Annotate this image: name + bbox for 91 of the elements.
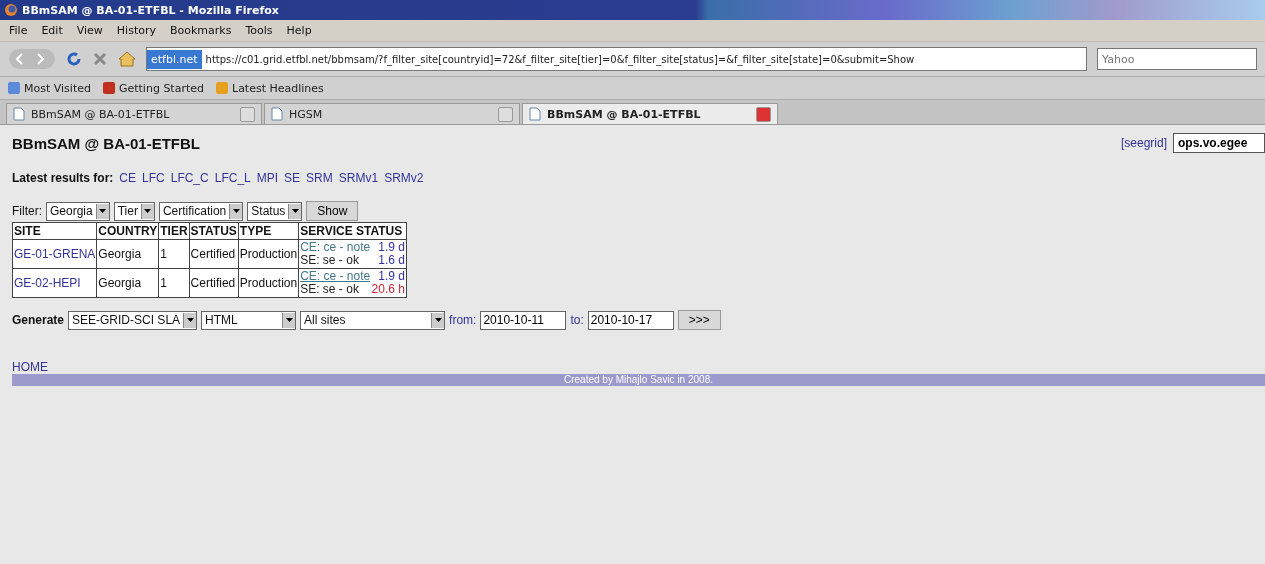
site-link[interactable]: GE-01-GRENA bbox=[14, 247, 96, 261]
table-cell: Georgia bbox=[96, 268, 159, 298]
table-cell: Production bbox=[238, 239, 299, 269]
bookmark-icon bbox=[102, 82, 115, 94]
browser-tab[interactable]: HGSM bbox=[264, 103, 520, 124]
filter-select[interactable]: Tier bbox=[113, 201, 155, 221]
date-field[interactable]: 2010-10-17 bbox=[587, 310, 674, 330]
menu-item[interactable]: Help bbox=[281, 24, 317, 37]
service-link[interactable]: SRM bbox=[306, 171, 333, 185]
generate-label: Generate bbox=[12, 313, 65, 327]
bookmark-item[interactable]: Latest Headlines bbox=[216, 81, 324, 95]
close-icon[interactable] bbox=[498, 106, 513, 122]
page-icon bbox=[271, 107, 283, 121]
column-header: SITE bbox=[12, 222, 97, 240]
caret-icon bbox=[183, 312, 197, 328]
column-header: COUNTRY bbox=[96, 222, 159, 240]
service-link[interactable]: SRMv1 bbox=[338, 171, 379, 185]
menu-item[interactable]: Edit bbox=[36, 24, 68, 37]
show-button[interactable]: Show bbox=[306, 201, 359, 221]
site-link[interactable]: GE-02-HEPI bbox=[14, 276, 81, 290]
menu-item[interactable]: Bookmarks bbox=[165, 24, 237, 37]
menu-item[interactable]: History bbox=[111, 24, 161, 37]
close-icon[interactable] bbox=[240, 106, 255, 122]
vo-field[interactable]: ops.vo.egee bbox=[1173, 133, 1265, 153]
caret-icon bbox=[95, 203, 109, 219]
date-field[interactable]: 2010-10-11 bbox=[480, 310, 567, 330]
footer-bar: Created by Mihajlo Savic in 2008. bbox=[12, 374, 1265, 386]
latest-results-label: Latest results for: bbox=[12, 171, 114, 185]
column-header: STATUS bbox=[189, 222, 239, 240]
caret-icon bbox=[431, 312, 445, 328]
service-link[interactable]: SRMv2 bbox=[384, 171, 424, 185]
back-forward-icon[interactable] bbox=[8, 47, 56, 71]
home-icon[interactable] bbox=[118, 51, 136, 67]
generate-select[interactable]: All sites bbox=[300, 310, 446, 330]
menu-item[interactable]: View bbox=[71, 24, 108, 37]
status-age: 20.6 h bbox=[371, 283, 405, 296]
stop-icon[interactable] bbox=[92, 51, 108, 67]
generate-select[interactable]: SEE-GRID-SCI SLA bbox=[68, 310, 198, 330]
table-cell: Georgia bbox=[96, 239, 159, 269]
from-label: from: bbox=[449, 313, 477, 327]
search-field[interactable]: Yahoo bbox=[1097, 48, 1257, 70]
service-status: SE: se - ok bbox=[300, 283, 359, 296]
generate-button[interactable]: >>> bbox=[677, 310, 721, 330]
column-header: SERVICE STATUS bbox=[298, 222, 407, 240]
caret-icon bbox=[282, 312, 296, 328]
window-title: BBmSAM @ BA-01-ETFBL - Mozilla Firefox bbox=[0, 0, 1265, 20]
generate-select[interactable]: HTML bbox=[201, 310, 297, 330]
menu-item[interactable]: File bbox=[4, 24, 33, 37]
filter-select[interactable]: Status bbox=[247, 201, 303, 221]
table-cell: 1 bbox=[158, 239, 190, 269]
service-link[interactable]: CE bbox=[119, 171, 137, 185]
column-header: TIER bbox=[158, 222, 190, 240]
filter-select[interactable]: Georgia bbox=[46, 201, 110, 221]
page-title: BBmSAM @ BA-01-ETFBL bbox=[12, 134, 200, 152]
address-field[interactable]: etfbl.net https://c01.grid.etfbl.net/bbmsam/?f_filter_site[countryid]=72&f_filter_site[tier]=0&f_filter_site[status]=&f_filter_site[state]=0&submit=Show bbox=[146, 47, 1087, 71]
home-link[interactable]: HOME bbox=[12, 360, 48, 374]
column-header: TYPE bbox=[238, 222, 299, 240]
close-icon[interactable] bbox=[756, 106, 771, 122]
page-icon bbox=[13, 107, 25, 121]
service-status: SE: se - ok bbox=[300, 254, 359, 267]
service-status[interactable]: CE: ce - note bbox=[300, 270, 371, 283]
table-cell: Certified bbox=[189, 268, 239, 298]
caret-icon bbox=[229, 203, 243, 219]
status-age: 1.6 d bbox=[378, 254, 405, 267]
caret-icon bbox=[288, 203, 302, 219]
page-icon bbox=[529, 107, 541, 121]
service-link[interactable]: LFC_C bbox=[170, 171, 209, 185]
grid-link[interactable]: [seegrid] bbox=[1120, 136, 1167, 150]
table-cell: 1 bbox=[158, 268, 190, 298]
status-age: 1.9 d bbox=[378, 241, 405, 254]
filter-label: Filter: bbox=[12, 204, 42, 218]
caret-icon bbox=[140, 203, 154, 219]
table-cell: Production bbox=[238, 268, 299, 298]
service-status: CE: ce - note bbox=[300, 241, 371, 254]
service-link[interactable]: LFC_L bbox=[214, 171, 251, 185]
bookmark-item[interactable]: Getting Started bbox=[102, 81, 204, 95]
to-label: to: bbox=[570, 313, 584, 327]
service-link[interactable]: LFC bbox=[142, 171, 165, 185]
filter-select[interactable]: Certification bbox=[158, 201, 244, 221]
browser-logo-icon bbox=[4, 3, 18, 17]
browser-tab[interactable]: BBmSAM @ BA-01-ETFBL bbox=[6, 103, 262, 124]
bookmark-icon bbox=[8, 82, 20, 94]
table-cell: Certified bbox=[189, 239, 239, 269]
service-link[interactable]: MPI bbox=[256, 171, 279, 185]
bookmark-icon bbox=[216, 82, 228, 94]
browser-tab[interactable]: BBmSAM @ BA-01-ETFBL bbox=[522, 103, 778, 124]
bookmark-item[interactable]: Most Visited bbox=[8, 81, 91, 95]
reload-icon[interactable] bbox=[66, 51, 82, 67]
menu-item[interactable]: Tools bbox=[240, 24, 278, 37]
status-age: 1.9 d bbox=[378, 270, 405, 283]
service-link[interactable]: SE bbox=[284, 171, 301, 185]
